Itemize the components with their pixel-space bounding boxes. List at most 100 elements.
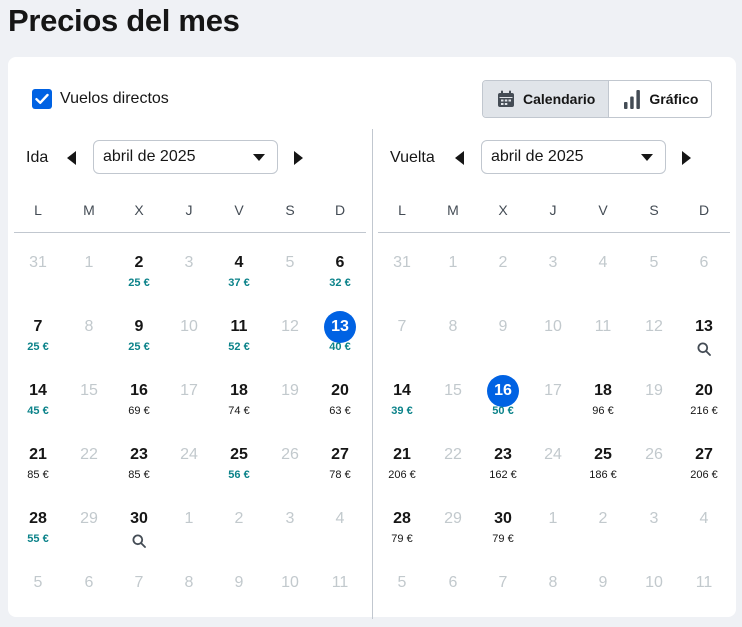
day-cell[interactable]: 28 79 €	[378, 503, 426, 563]
day-price: 55 €	[27, 533, 49, 545]
day-price: 74 €	[228, 405, 250, 417]
weekday-label: L	[398, 202, 406, 218]
day-cell[interactable]: 21 85 €	[14, 439, 62, 499]
day-cell[interactable]: 21 206 €	[378, 439, 426, 499]
day-cell: 10	[165, 311, 213, 371]
day-cell[interactable]: 23 85 €	[115, 439, 163, 499]
chart-view-label: Gráfico	[649, 91, 699, 107]
weekday-label: V	[234, 202, 244, 218]
price-calendar-card: Vuelos directos Calendario Gráfico Ida a…	[8, 57, 736, 619]
day-cell[interactable]: 9 25 €	[115, 311, 163, 371]
calendar-view-label: Calendario	[523, 91, 596, 107]
day-price: 37 €	[228, 277, 250, 289]
day-price: 79 €	[492, 533, 514, 545]
search-icon[interactable]	[697, 342, 711, 356]
day-number: 9	[598, 574, 608, 591]
chevron-down-icon	[641, 154, 653, 161]
day-cell: 24	[529, 439, 577, 499]
day-cell: 5	[266, 247, 314, 307]
next-month-arrow-icon[interactable]	[680, 150, 692, 166]
checkbox-checked-icon[interactable]	[32, 89, 52, 109]
day-cell[interactable]: 14 39 €	[378, 375, 426, 435]
day-cell: 9	[215, 567, 263, 627]
weekday-label: S	[649, 202, 659, 218]
day-cell[interactable]: 7 25 €	[14, 311, 62, 371]
return-month-select[interactable]: abril de 2025	[481, 140, 666, 174]
day-cell[interactable]: 27 78 €	[316, 439, 364, 499]
day-cell[interactable]: 13	[680, 311, 728, 371]
day-cell[interactable]: 14 45 €	[14, 375, 62, 435]
day-number: 28	[393, 510, 411, 527]
weekday-label: J	[185, 202, 193, 218]
day-cell[interactable]: 11 52 €	[215, 311, 263, 371]
day-number: 1	[84, 254, 94, 271]
day-cell[interactable]: 18 96 €	[579, 375, 627, 435]
outbound-month-select[interactable]: abril de 2025	[93, 140, 278, 174]
day-cell[interactable]: 18 74 €	[215, 375, 263, 435]
day-number: 11	[230, 318, 248, 335]
selected-day-cell[interactable]: 16 50 €	[479, 375, 527, 435]
day-cell[interactable]: 23 162 €	[479, 439, 527, 499]
chart-view-button[interactable]: Gráfico	[609, 81, 711, 117]
search-icon[interactable]	[132, 534, 146, 548]
day-number: 7	[33, 318, 43, 335]
day-number: 10	[281, 574, 299, 591]
prev-month-arrow-icon[interactable]	[66, 150, 78, 166]
day-price: 85 €	[128, 469, 150, 481]
day-cell[interactable]: 30 79 €	[479, 503, 527, 563]
day-price: 79 €	[391, 533, 413, 545]
day-number: 9	[134, 318, 144, 335]
outbound-header-rule	[14, 232, 366, 233]
day-number: 27	[331, 446, 349, 463]
day-number: 3	[548, 254, 558, 271]
day-price: 25 €	[27, 341, 49, 353]
direct-flights-checkbox[interactable]: Vuelos directos	[32, 89, 169, 109]
day-cell[interactable]: 2 25 €	[115, 247, 163, 307]
return-header-rule	[378, 232, 730, 233]
day-price: 39 €	[391, 405, 413, 417]
selected-day-cell[interactable]: 13 40 €	[316, 311, 364, 371]
day-cell: 2	[579, 503, 627, 563]
day-cell[interactable]: 20 216 €	[680, 375, 728, 435]
day-cell: 10	[630, 567, 678, 627]
day-price: 56 €	[228, 469, 250, 481]
day-cell[interactable]: 25 56 €	[215, 439, 263, 499]
day-number: 8	[184, 574, 194, 591]
day-cell: 12	[266, 311, 314, 371]
day-cell: 26	[266, 439, 314, 499]
day-number: 2	[234, 510, 244, 527]
day-cell: 3	[529, 247, 577, 307]
day-price: 40 €	[329, 341, 351, 353]
day-cell[interactable]: 20 63 €	[316, 375, 364, 435]
day-cell: 3	[266, 503, 314, 563]
day-number: 10	[180, 318, 198, 335]
day-number: 11	[331, 574, 349, 591]
return-label: Vuelta	[390, 149, 435, 166]
day-cell[interactable]: 30	[115, 503, 163, 563]
weekday-label: D	[698, 202, 710, 218]
day-number: 20	[695, 382, 713, 399]
prev-month-arrow-icon[interactable]	[454, 150, 466, 166]
day-cell[interactable]: 4 37 €	[215, 247, 263, 307]
day-cell[interactable]: 25 186 €	[579, 439, 627, 499]
day-cell: 2	[479, 247, 527, 307]
day-number: 18	[230, 382, 248, 399]
day-cell[interactable]: 16 69 €	[115, 375, 163, 435]
day-number: 7	[397, 318, 407, 335]
day-cell: 1	[165, 503, 213, 563]
day-number: 8	[84, 318, 94, 335]
day-cell: 5	[378, 567, 426, 627]
calendar-view-button[interactable]: Calendario	[483, 81, 610, 117]
day-cell[interactable]: 28 55 €	[14, 503, 62, 563]
day-cell: 4	[316, 503, 364, 563]
weekday-label: S	[285, 202, 295, 218]
day-cell: 11	[316, 567, 364, 627]
day-number: 29	[80, 510, 98, 527]
day-number: 13	[695, 318, 713, 335]
day-number: 1	[448, 254, 458, 271]
next-month-arrow-icon[interactable]	[292, 150, 304, 166]
day-number: 31	[29, 254, 47, 271]
day-cell[interactable]: 6 32 €	[316, 247, 364, 307]
day-price: 162 €	[489, 469, 517, 481]
day-cell[interactable]: 27 206 €	[680, 439, 728, 499]
